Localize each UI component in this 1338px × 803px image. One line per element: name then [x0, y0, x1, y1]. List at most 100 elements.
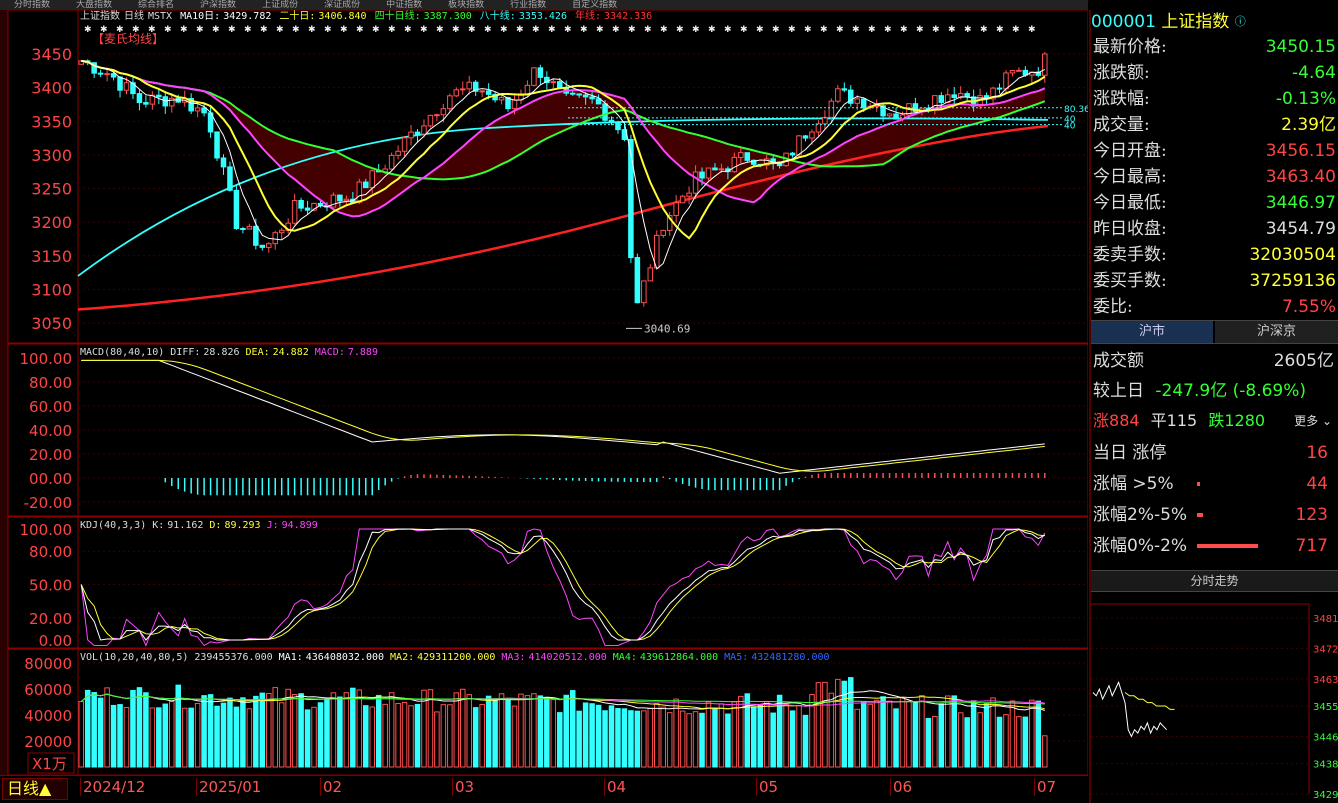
volume-bar — [84, 689, 91, 768]
vol-unit: X1万 — [32, 755, 67, 773]
signal-mark: ✱ — [228, 25, 236, 35]
candle-body — [679, 195, 686, 204]
limit-stat-value: 44 — [1306, 474, 1328, 494]
limit-stat-value: 123 — [1295, 505, 1328, 525]
top-tab[interactable]: 行业指数 — [496, 0, 558, 10]
ma-label: 二十日: — [279, 10, 315, 22]
quote-value: -0.13% — [1275, 89, 1336, 109]
signal-mark: ✱ — [916, 25, 924, 35]
candle-body — [634, 257, 641, 304]
volume-bar — [770, 712, 776, 768]
volume-bar — [815, 682, 822, 768]
candle-body — [169, 97, 175, 107]
kline-chart-area[interactable]: 3450 3400 3350 3300 3250 3200 3150 3100 3050 80.3… — [8, 10, 1088, 775]
candle-body — [841, 88, 848, 91]
vol-tick: 20000 — [24, 733, 72, 751]
volume-bar — [641, 710, 647, 768]
quote-value: 3456.15 — [1265, 141, 1336, 161]
limit-stat-row: 涨幅 >5% 44 — [1093, 469, 1338, 499]
volume-bar — [130, 689, 136, 768]
up-label: 涨 — [1093, 411, 1110, 430]
kdj-title: KDJ(40,3,3) — [80, 520, 146, 531]
date-label: 02 — [320, 778, 342, 796]
top-tab[interactable]: 自定义指数 — [558, 0, 629, 10]
left-sidebar[interactable] — [0, 10, 8, 803]
price-tick: 3100 — [31, 280, 72, 299]
ma-value: 3429.782 — [223, 11, 271, 22]
up-count: 884 — [1109, 411, 1140, 430]
volume-bar — [207, 694, 214, 768]
candle-body — [246, 225, 253, 230]
limit-stat-bar — [1197, 482, 1200, 486]
intraday-title[interactable]: 分时走势 — [1091, 570, 1338, 592]
signal-mark: ✱ — [676, 25, 684, 35]
top-tab[interactable]: 综合排名 — [124, 0, 186, 10]
signal-mark: ✱ — [340, 25, 348, 35]
volume-bar — [246, 708, 253, 768]
candle-body — [951, 94, 957, 99]
volume-bar — [505, 699, 511, 768]
candle-body — [240, 228, 246, 231]
quote-value: -4.64 — [1292, 63, 1336, 83]
limit-stat-value: 717 — [1295, 536, 1328, 556]
top-tab[interactable]: 大盘指数 — [62, 0, 124, 10]
candle-body — [647, 267, 654, 282]
diff-value: 28.826 — [203, 347, 239, 358]
top-tab[interactable]: 上证成份 — [248, 0, 310, 10]
candle-body — [304, 207, 311, 211]
signal-mark: ✱ — [500, 25, 508, 35]
vol-legend: VOL(10,20,40,80,5) 239455376.000 MA1: 43640… — [80, 652, 830, 663]
top-tab[interactable]: 沪深指数 — [186, 0, 248, 10]
volume-bar — [628, 710, 634, 768]
vol-title: VOL(10,20,40,80,5) — [80, 652, 188, 663]
candle-body — [744, 152, 751, 161]
top-tab[interactable]: 分时指数 — [0, 0, 62, 10]
volume-bar — [854, 708, 860, 768]
info-icon[interactable]: ⓘ — [1235, 15, 1246, 28]
volume-bar — [278, 702, 285, 768]
volume-bar — [434, 711, 440, 768]
tab-all-markets[interactable]: 沪深京 — [1215, 321, 1338, 343]
volume-bar — [1009, 700, 1016, 768]
candle-body — [460, 88, 466, 91]
intraday-tick: 3463 — [1313, 675, 1338, 686]
kdj-tick: 50.00 — [29, 577, 72, 595]
candle-body — [220, 157, 227, 168]
volume-bar — [925, 717, 932, 768]
volume-bar — [608, 705, 615, 768]
candle-body — [143, 102, 149, 105]
chart-panel — [8, 10, 1088, 344]
candle-body — [731, 156, 738, 173]
volume-bar — [78, 701, 84, 768]
top-tab[interactable]: 板块指数 — [434, 0, 496, 10]
candle-body — [705, 167, 712, 179]
candle-body — [440, 108, 447, 116]
limit-stat-value: 16 — [1306, 443, 1328, 463]
volume-bar — [117, 704, 123, 768]
volume-bar — [537, 695, 544, 768]
date-label: 03 — [452, 778, 474, 796]
candle-body — [201, 107, 207, 114]
volume-bar — [919, 695, 925, 768]
signal-mark: ✱ — [548, 25, 556, 35]
market-tabs: 沪市 沪深京 — [1091, 320, 1338, 344]
down-label: 跌 — [1208, 411, 1225, 430]
signal-mark: ✱ — [404, 25, 412, 35]
candle-body — [278, 229, 285, 234]
signal-mark: ✱ — [996, 25, 1004, 35]
volume-bar — [123, 707, 130, 768]
tab-shanghai[interactable]: 沪市 — [1091, 321, 1213, 343]
intraday-tick: 3446 — [1313, 732, 1338, 743]
chart-indicator: MSTX — [148, 11, 172, 22]
volume-bar — [744, 693, 751, 768]
turnover-label: 成交额 — [1093, 351, 1144, 371]
candle-body — [259, 244, 266, 248]
k-label: K: — [152, 520, 164, 531]
quote-value: 3450.15 — [1265, 37, 1336, 57]
more-button[interactable]: 更多 ⌄ — [1294, 408, 1332, 434]
vol-ma1-value: 436408032.000 — [306, 652, 384, 663]
intraday-chart[interactable]: 3481 3472 3463 3455 3446 3438 3429 — [1091, 594, 1338, 803]
volume-bar — [990, 697, 996, 768]
top-tab[interactable]: 中证指数 — [372, 0, 434, 10]
top-tab[interactable]: 深证成份 — [310, 0, 372, 10]
